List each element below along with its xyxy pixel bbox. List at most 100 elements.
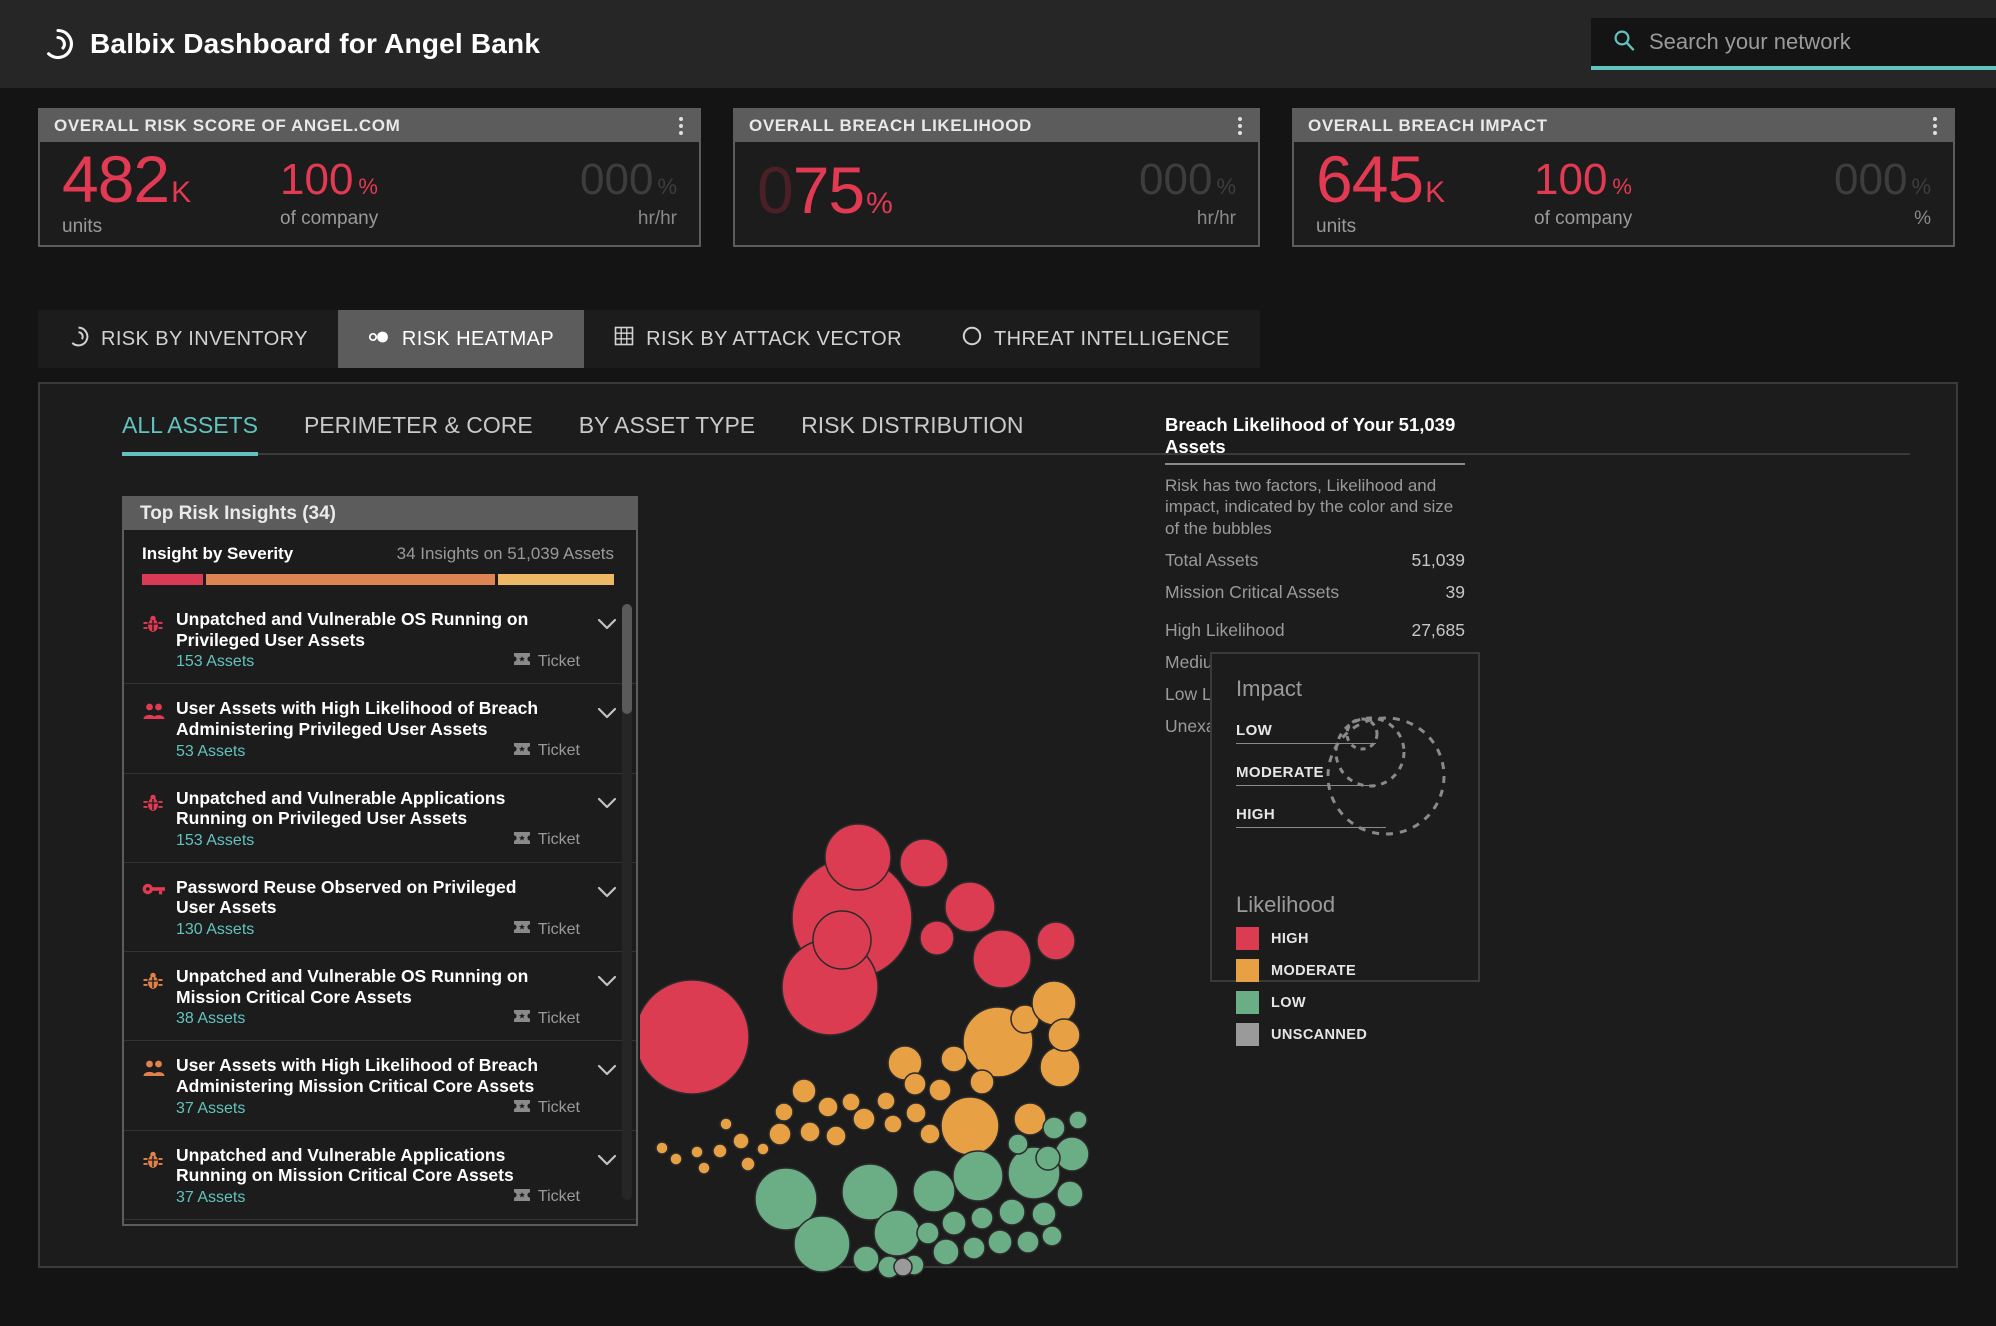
asset-bubble[interactable] bbox=[876, 1091, 896, 1111]
asset-bubble[interactable] bbox=[697, 1161, 711, 1175]
asset-bubble[interactable] bbox=[873, 1209, 921, 1257]
asset-bubble[interactable] bbox=[912, 1169, 956, 1213]
asset-bubble[interactable] bbox=[905, 1102, 927, 1124]
legend-item[interactable]: LOW bbox=[1236, 991, 1454, 1014]
legend-item[interactable]: MODERATE bbox=[1236, 959, 1454, 982]
asset-bubble[interactable] bbox=[1031, 980, 1077, 1026]
asset-bubble[interactable] bbox=[756, 1142, 770, 1156]
kebab-menu-icon[interactable] bbox=[1929, 113, 1941, 139]
insights-scrollbar-thumb[interactable] bbox=[622, 604, 632, 714]
asset-bubble[interactable] bbox=[940, 1096, 1000, 1156]
asset-bubble[interactable] bbox=[1042, 1116, 1066, 1140]
asset-bubble[interactable] bbox=[791, 1078, 817, 1104]
chevron-down-icon[interactable] bbox=[596, 609, 618, 636]
asset-bubble[interactable] bbox=[1007, 1133, 1029, 1155]
chevron-down-icon[interactable] bbox=[596, 698, 618, 725]
asset-bubble[interactable] bbox=[1039, 1046, 1081, 1088]
chevron-down-icon[interactable] bbox=[596, 788, 618, 815]
asset-bubble[interactable] bbox=[944, 881, 996, 933]
insight-row[interactable]: User Assets with High Likelihood of Brea… bbox=[124, 1041, 636, 1131]
subtab-by-asset-type[interactable]: BY ASSET TYPE bbox=[579, 412, 755, 456]
asset-bubble[interactable] bbox=[928, 1078, 952, 1102]
create-ticket-button[interactable]: Ticket bbox=[513, 652, 580, 671]
asset-bubble[interactable] bbox=[1041, 1225, 1063, 1247]
asset-bubble[interactable] bbox=[932, 1238, 960, 1266]
create-ticket-button[interactable]: Ticket bbox=[513, 1188, 580, 1207]
asset-bubble[interactable] bbox=[719, 1117, 733, 1131]
asset-bubble[interactable] bbox=[824, 823, 892, 891]
asset-bubble[interactable] bbox=[732, 1132, 750, 1150]
asset-bubble[interactable] bbox=[812, 910, 872, 970]
kebab-menu-icon[interactable] bbox=[675, 113, 687, 139]
asset-bubble[interactable] bbox=[1035, 1145, 1061, 1171]
asset-bubble[interactable] bbox=[987, 1229, 1013, 1255]
legend-item[interactable]: HIGH bbox=[1236, 927, 1454, 950]
subtab-risk-distribution[interactable]: RISK DISTRIBUTION bbox=[801, 412, 1023, 456]
create-ticket-button[interactable]: Ticket bbox=[513, 831, 580, 850]
asset-bubble[interactable] bbox=[634, 979, 750, 1095]
create-ticket-button[interactable]: Ticket bbox=[513, 920, 580, 939]
create-ticket-button[interactable]: Ticket bbox=[513, 1099, 580, 1118]
asset-bubble[interactable] bbox=[941, 1210, 967, 1236]
asset-bubble[interactable] bbox=[919, 1123, 941, 1145]
asset-bubble[interactable] bbox=[893, 1257, 913, 1277]
asset-bubble[interactable] bbox=[940, 1045, 968, 1073]
asset-bubble[interactable] bbox=[799, 1121, 821, 1143]
chevron-down-icon[interactable] bbox=[596, 877, 618, 904]
search-bar[interactable] bbox=[1591, 18, 1996, 70]
tab-risk-heatmap[interactable]: RISK HEATMAP bbox=[337, 310, 585, 368]
asset-bubble[interactable] bbox=[841, 1092, 861, 1112]
tab-risk-by-inventory[interactable]: RISK BY INVENTORY bbox=[38, 310, 338, 368]
asset-bubble[interactable] bbox=[962, 1236, 986, 1260]
asset-bubble[interactable] bbox=[1013, 1102, 1047, 1136]
subtab-all-assets[interactable]: ALL ASSETS bbox=[122, 412, 258, 456]
kebab-menu-icon[interactable] bbox=[1234, 113, 1246, 139]
asset-bubble[interactable] bbox=[1068, 1110, 1088, 1130]
asset-bubble[interactable] bbox=[919, 920, 955, 956]
asset-bubble[interactable] bbox=[969, 1069, 995, 1095]
insight-row[interactable]: Password Reuse Observed on Privileged Us… bbox=[124, 863, 636, 953]
asset-bubble[interactable] bbox=[852, 1107, 876, 1131]
asset-bubble[interactable] bbox=[998, 1198, 1026, 1226]
asset-bubble[interactable] bbox=[883, 1114, 903, 1134]
chevron-down-icon[interactable] bbox=[596, 1055, 618, 1082]
asset-bubble[interactable] bbox=[1056, 1180, 1084, 1208]
chevron-down-icon[interactable] bbox=[596, 966, 618, 993]
insight-row[interactable]: User Assets with High Likelihood of Brea… bbox=[124, 684, 636, 774]
insight-row[interactable]: Unpatched and Vulnerable OS Running on P… bbox=[124, 595, 636, 685]
asset-bubble[interactable] bbox=[740, 1156, 756, 1172]
asset-bubble[interactable] bbox=[970, 1206, 994, 1230]
asset-bubble[interactable] bbox=[825, 1125, 847, 1147]
asset-bubble[interactable] bbox=[972, 929, 1032, 989]
search-input[interactable] bbox=[1649, 29, 1979, 55]
asset-bubble[interactable] bbox=[1016, 1230, 1040, 1254]
asset-bubble[interactable] bbox=[817, 1096, 839, 1118]
tab-risk-by-attack-vector[interactable]: RISK BY ATTACK VECTOR bbox=[584, 310, 932, 368]
insight-text: Unpatched and Vulnerable OS Running on P… bbox=[176, 609, 564, 671]
asset-bubble[interactable] bbox=[712, 1143, 728, 1159]
asset-bubble[interactable] bbox=[1031, 1201, 1057, 1227]
chevron-down-icon[interactable] bbox=[596, 1145, 618, 1172]
asset-bubble[interactable] bbox=[690, 1145, 704, 1159]
insight-row[interactable]: Unpatched and Vulnerable OS Running on M… bbox=[124, 952, 636, 1042]
asset-bubble[interactable] bbox=[1047, 1018, 1081, 1052]
asset-bubble[interactable] bbox=[903, 1072, 927, 1096]
create-ticket-button[interactable]: Ticket bbox=[513, 742, 580, 761]
tab-threat-intelligence[interactable]: THREAT INTELLIGENCE bbox=[931, 310, 1260, 368]
asset-bubble[interactable] bbox=[952, 1150, 1004, 1202]
create-ticket-button[interactable]: Ticket bbox=[513, 1009, 580, 1028]
risk-heatmap-bubble-chart[interactable] bbox=[634, 814, 1110, 1299]
asset-bubble[interactable] bbox=[899, 838, 949, 888]
asset-bubble[interactable] bbox=[793, 1215, 851, 1273]
asset-bubble[interactable] bbox=[774, 1102, 794, 1122]
insight-row[interactable]: Unpatched and Vulnerable Applications Ru… bbox=[124, 774, 636, 863]
asset-bubble[interactable] bbox=[768, 1122, 792, 1146]
asset-bubble[interactable] bbox=[916, 1221, 940, 1245]
asset-bubble[interactable] bbox=[1036, 921, 1076, 961]
insight-row[interactable]: Unpatched and Vulnerable Applications Ru… bbox=[124, 1131, 636, 1220]
asset-bubble[interactable] bbox=[852, 1245, 880, 1273]
subtab-perimeter-and-core[interactable]: PERIMETER & CORE bbox=[304, 412, 533, 456]
asset-bubble[interactable] bbox=[669, 1152, 683, 1166]
asset-bubble[interactable] bbox=[655, 1141, 669, 1155]
legend-item[interactable]: UNSCANNED bbox=[1236, 1023, 1454, 1046]
